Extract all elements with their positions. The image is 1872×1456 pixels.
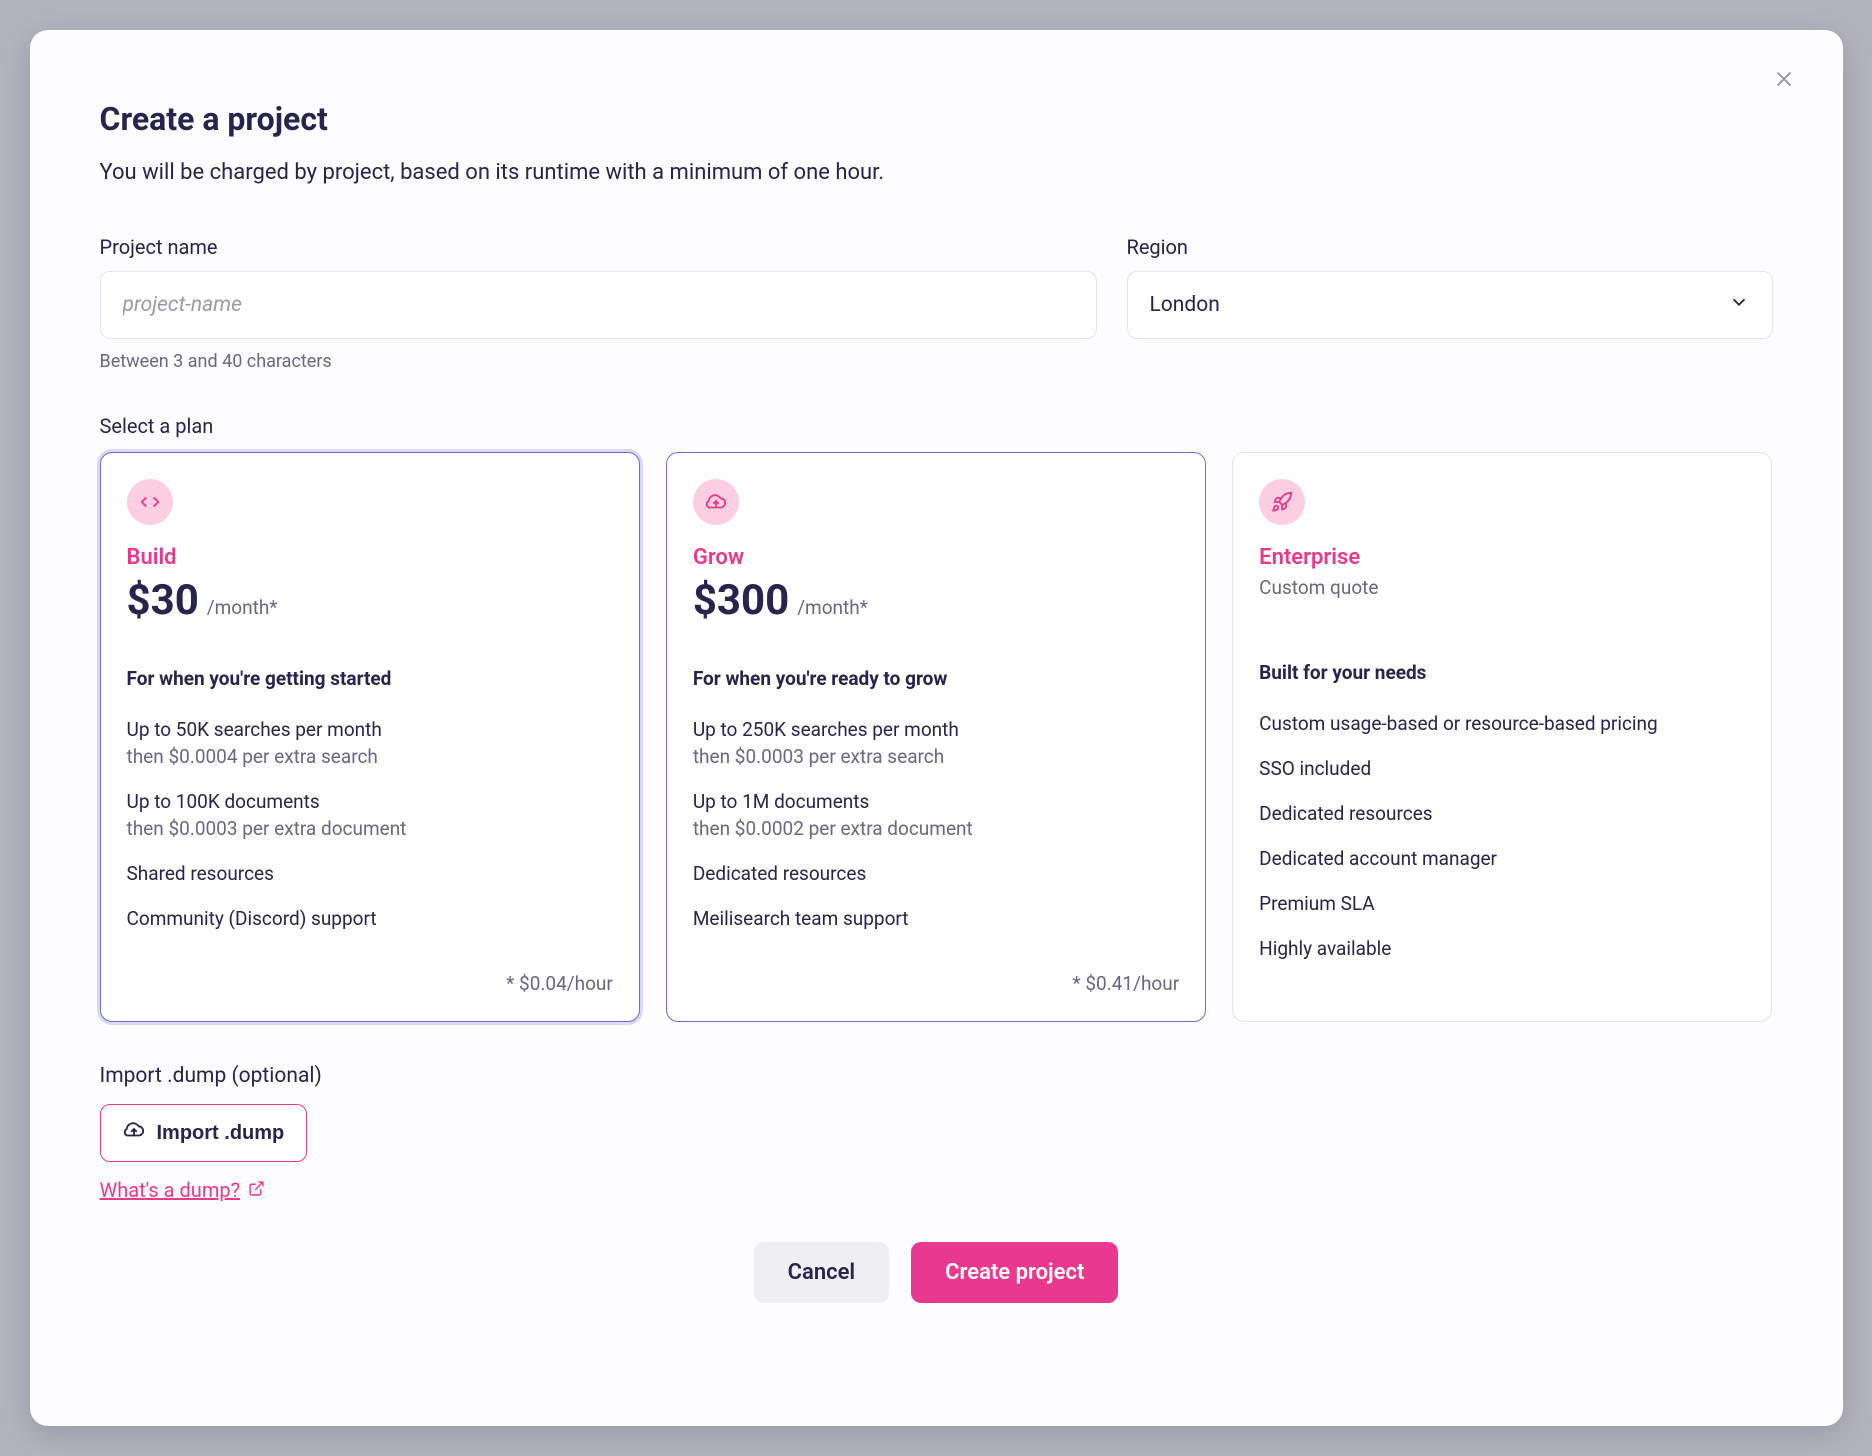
plan-feature: Dedicated account manager bbox=[1259, 847, 1745, 870]
plan-feature: Meilisearch team support bbox=[693, 907, 1179, 930]
plan-feature: Shared resources bbox=[127, 862, 613, 885]
region-field: Region London bbox=[1127, 235, 1773, 372]
modal-subtitle: You will be charged by project, based on… bbox=[100, 160, 1773, 185]
plan-card-build[interactable]: Build $30 /month* For when you're gettin… bbox=[100, 452, 640, 1022]
upload-icon bbox=[123, 1119, 145, 1147]
plan-card-grow[interactable]: Grow $300 /month* For when you're ready … bbox=[666, 452, 1206, 1022]
plan-feature: SSO included bbox=[1259, 757, 1745, 780]
project-name-input[interactable] bbox=[100, 271, 1097, 339]
project-name-field: Project name Between 3 and 40 characters bbox=[100, 235, 1097, 372]
plan-feature: Dedicated resources bbox=[1259, 802, 1745, 825]
region-label: Region bbox=[1127, 235, 1773, 259]
plan-feature: Up to 50K searches per month bbox=[127, 718, 613, 741]
close-icon bbox=[1773, 75, 1795, 94]
project-name-helper: Between 3 and 40 characters bbox=[100, 351, 1097, 372]
plan-feature: Dedicated resources bbox=[693, 862, 1179, 885]
plan-tagline: For when you're ready to grow bbox=[693, 667, 1179, 690]
external-link-icon bbox=[248, 1180, 265, 1201]
region-select[interactable]: London bbox=[1127, 271, 1773, 339]
code-icon bbox=[127, 479, 173, 525]
plan-tagline: Built for your needs bbox=[1259, 661, 1745, 684]
create-project-button[interactable]: Create project bbox=[911, 1242, 1118, 1303]
plan-name: Enterprise bbox=[1259, 545, 1745, 570]
plan-feature: Premium SLA bbox=[1259, 892, 1745, 915]
import-dump-button[interactable]: Import .dump bbox=[100, 1104, 308, 1162]
modal-actions: Cancel Create project bbox=[100, 1242, 1773, 1303]
plan-footer: * $0.04/hour bbox=[127, 952, 613, 995]
project-name-label: Project name bbox=[100, 235, 1097, 259]
plan-feature: Up to 1M documents bbox=[693, 790, 1179, 813]
cloud-upload-icon bbox=[693, 479, 739, 525]
plan-feature: Up to 100K documents bbox=[127, 790, 613, 813]
region-value: London bbox=[1150, 293, 1220, 317]
plan-feature: Custom usage-based or resource-based pri… bbox=[1259, 712, 1745, 735]
close-button[interactable] bbox=[1773, 68, 1801, 96]
plan-feature-sub: then $0.0003 per extra search bbox=[693, 745, 1179, 768]
import-button-label: Import .dump bbox=[157, 1122, 285, 1145]
plan-feature-sub: then $0.0002 per extra document bbox=[693, 817, 1179, 840]
plan-feature: Community (Discord) support bbox=[127, 907, 613, 930]
plan-feature: Highly available bbox=[1259, 937, 1745, 960]
plan-custom-quote: Custom quote bbox=[1259, 576, 1745, 599]
select-plan-label: Select a plan bbox=[100, 414, 1773, 438]
rocket-icon bbox=[1259, 479, 1305, 525]
plans-row: Build $30 /month* For when you're gettin… bbox=[100, 452, 1773, 1022]
plan-name: Build bbox=[127, 545, 613, 570]
plan-price: $30 bbox=[127, 576, 199, 625]
plan-footer: * $0.41/hour bbox=[693, 952, 1179, 995]
plan-card-enterprise[interactable]: Enterprise Custom quote Built for your n… bbox=[1232, 452, 1772, 1022]
plan-tagline: For when you're getting started bbox=[127, 667, 613, 690]
modal-title: Create a project bbox=[100, 100, 1773, 138]
plan-price: $300 bbox=[693, 576, 789, 625]
plan-name: Grow bbox=[693, 545, 1179, 570]
plan-feature-sub: then $0.0004 per extra search bbox=[127, 745, 613, 768]
cancel-button[interactable]: Cancel bbox=[754, 1242, 890, 1303]
import-label: Import .dump (optional) bbox=[100, 1064, 1773, 1088]
plan-period: /month* bbox=[207, 596, 278, 619]
chevron-down-icon bbox=[1728, 291, 1750, 319]
whats-a-dump-link[interactable]: What's a dump? bbox=[100, 1178, 241, 1202]
plan-feature-sub: then $0.0003 per extra document bbox=[127, 817, 613, 840]
create-project-modal: Create a project You will be charged by … bbox=[30, 30, 1843, 1426]
plan-feature: Up to 250K searches per month bbox=[693, 718, 1179, 741]
plan-period: /month* bbox=[797, 596, 868, 619]
